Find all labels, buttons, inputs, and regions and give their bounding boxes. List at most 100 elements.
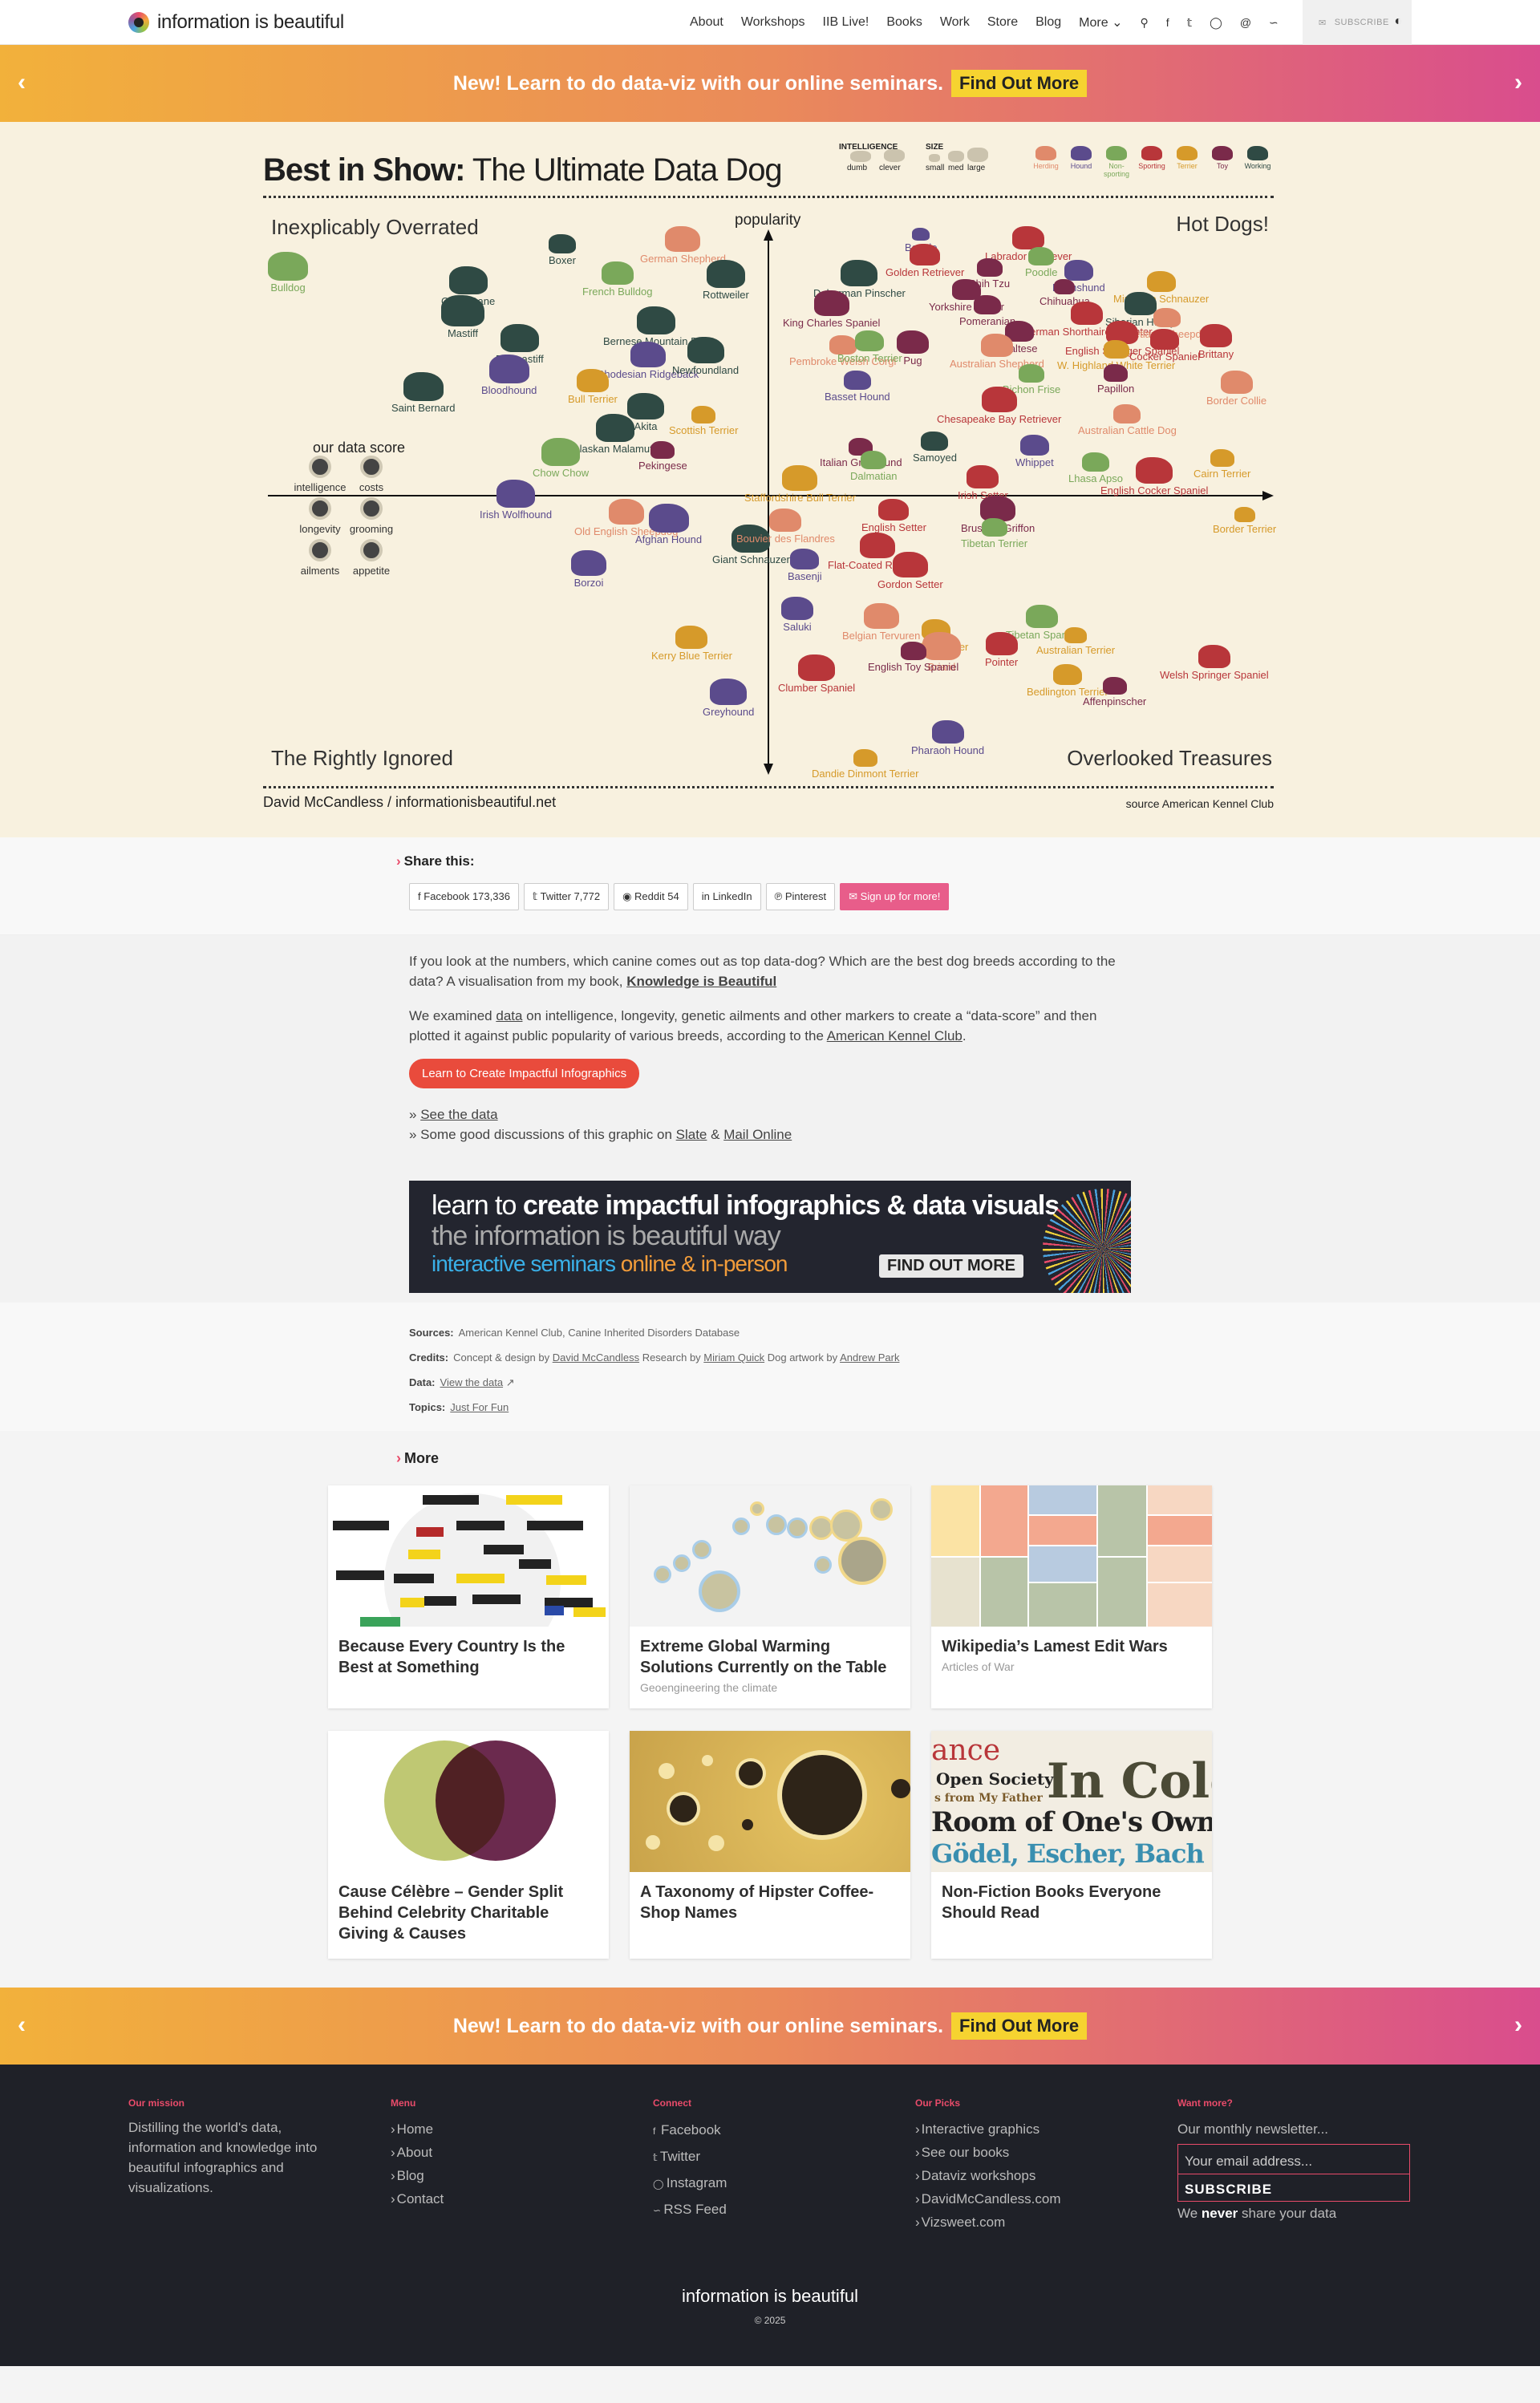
chevron-right-icon[interactable]: ›	[1514, 2012, 1522, 2039]
dog-point: Welsh Springer Spaniel	[1160, 645, 1269, 680]
dog-label: Affenpinscher	[1083, 695, 1147, 707]
dog-label: Brittany	[1198, 348, 1234, 360]
twitter-icon[interactable]: 𝕥	[1187, 16, 1193, 30]
miriam-quick-link[interactable]: Miriam Quick	[703, 1351, 764, 1364]
footer-instagram-link[interactable]: ◯ Instagram	[653, 2170, 727, 2197]
akc-link[interactable]: American Kennel Club	[827, 1028, 962, 1043]
score-longevity-label: longevity	[299, 523, 341, 535]
nav-item-books[interactable]: Books	[886, 15, 922, 30]
andrew-park-link[interactable]: Andrew Park	[840, 1351, 899, 1364]
subscribe-button[interactable]: SUBSCRIBE	[1177, 2174, 1410, 2202]
nav-item-workshops[interactable]: Workshops	[741, 15, 805, 30]
footer-pick-link[interactable]: › DavidMcCandless.com	[915, 2187, 1061, 2211]
dog-label: Dalmatian	[850, 470, 898, 482]
footer-link-about[interactable]: › About	[391, 2141, 444, 2164]
knowledge-is-beautiful-link[interactable]: Knowledge is Beautiful	[626, 974, 776, 989]
footer-link-home[interactable]: › Home	[391, 2117, 444, 2141]
related-card[interactable]: Wikipedia’s Lamest Edit Wars Articles of…	[931, 1485, 1212, 1708]
mail-online-link[interactable]: Mail Online	[723, 1127, 792, 1142]
footer-link-blog[interactable]: › Blog	[391, 2164, 444, 2187]
dog-label: Staffordshire Bull Terrier	[744, 492, 856, 504]
dog-point: Bulldog	[268, 252, 308, 293]
discussions-text: » Some good discussions of this graphic …	[409, 1127, 676, 1142]
promo-cta-button[interactable]: Find Out More	[951, 70, 1088, 97]
dog-silhouette-icon	[1028, 247, 1055, 265]
rss-icon: ∽	[653, 2205, 664, 2216]
email-field[interactable]: Your email address...	[1177, 2144, 1410, 2174]
footer-newsletter: Want more? Our monthly newsletter... You…	[1177, 2097, 1410, 2225]
learn-infographics-button[interactable]: Learn to Create Impactful Infographics	[409, 1059, 640, 1088]
flags-thumbnail	[328, 1485, 609, 1627]
footer-facebook-link[interactable]: f Facebook	[653, 2117, 727, 2144]
dog-point: Border Collie	[1206, 371, 1266, 406]
mission-text: Distilling the world's data, information…	[128, 2120, 318, 2195]
related-card[interactable]: Because Every Country Is the Best at Som…	[328, 1485, 609, 1708]
footer-logo[interactable]: information is beautiful	[0, 2286, 1540, 2307]
related-card[interactable]: ance Open Society s from My Father In Co…	[931, 1731, 1212, 1959]
just-for-fun-link[interactable]: Just For Fun	[450, 1401, 509, 1413]
chevron-left-icon[interactable]: ‹	[18, 2012, 26, 2039]
chevron-right-icon: ›	[396, 853, 401, 869]
nav-item-iib-live[interactable]: IIB Live!	[823, 15, 869, 30]
dog-silhouette-icon	[1054, 279, 1076, 294]
dog-point: Chesapeake Bay Retriever	[937, 387, 1061, 424]
footer-rss-link[interactable]: ∽ RSS Feed	[653, 2197, 727, 2223]
find-out-more-button[interactable]: FIND OUT MORE	[879, 1254, 1023, 1278]
related-card[interactable]: Cause Célèbre – Gender Split Behind Cele…	[328, 1731, 609, 1959]
dog-point: Brittany	[1198, 324, 1234, 359]
threads-icon[interactable]: @	[1240, 16, 1251, 29]
dog-point: Pointer	[985, 632, 1018, 667]
reddit-share-button[interactable]: ◉ Reddit 54	[614, 883, 688, 910]
banner-line-3: interactive seminars online & in-person	[432, 1251, 788, 1277]
dog-silhouette-icon	[549, 234, 576, 253]
nav-item-work[interactable]: Work	[940, 15, 970, 30]
dog-label: Clumber Spaniel	[778, 682, 856, 694]
chevron-right-icon[interactable]: ›	[1514, 69, 1522, 96]
dog-point: Saint Bernard	[391, 372, 456, 413]
nav-item-blog[interactable]: Blog	[1035, 15, 1061, 30]
related-card[interactable]: Extreme Global Warming Solutions Current…	[630, 1485, 910, 1708]
nav-item-store[interactable]: Store	[987, 15, 1018, 30]
dog-point: King Charles Spaniel	[783, 290, 880, 328]
card-title: Because Every Country Is the Best at Som…	[338, 1638, 565, 1676]
footer-pick-link[interactable]: › Dataviz workshops	[915, 2164, 1061, 2187]
dog-point: English Toy Spaniel	[868, 642, 958, 672]
footer-twitter-link[interactable]: 𝕥 Twitter	[653, 2144, 727, 2170]
chevron-left-icon[interactable]: ‹	[18, 69, 26, 96]
facebook-icon[interactable]: f	[1166, 16, 1169, 29]
footer-pick-link[interactable]: › See our books	[915, 2141, 1061, 2164]
footer-pick-link[interactable]: › Vizsweet.com	[915, 2211, 1061, 2234]
david-mccandless-link[interactable]: David McCandless	[553, 1351, 639, 1364]
nav-item-more[interactable]: More ⌄	[1079, 14, 1122, 30]
dog-silhouette-icon	[268, 252, 308, 281]
signup-button[interactable]: ✉ Sign up for more!	[840, 883, 950, 910]
dog-label: Greyhound	[703, 706, 755, 718]
score-grooming-label: grooming	[349, 523, 394, 535]
dog-silhouette-icon	[1220, 371, 1253, 394]
footer-pick-link[interactable]: › Interactive graphics	[915, 2117, 1061, 2141]
credits-a: Concept & design by	[453, 1351, 553, 1364]
dog-label: Bloodhound	[481, 384, 537, 396]
search-icon[interactable]: ⚲	[1140, 16, 1148, 30]
see-the-data-link[interactable]: See the data	[420, 1107, 497, 1122]
dog-silhouette-icon	[813, 290, 849, 316]
promo-cta-button[interactable]: Find Out More	[951, 2012, 1088, 2040]
twitter-share-button[interactable]: 𝕥 Twitter 7,772	[523, 883, 610, 910]
dog-label: Pharaoh Hound	[911, 744, 985, 756]
footer-link-contact[interactable]: › Contact	[391, 2187, 444, 2211]
seminar-ad-banner[interactable]: learn to create impactful infographics &…	[409, 1181, 1131, 1293]
linkedin-share-button[interactable]: in LinkedIn	[692, 883, 761, 910]
nav-item-about[interactable]: About	[690, 15, 723, 30]
data-link[interactable]: data	[496, 1008, 522, 1023]
rss-icon[interactable]: ∽	[1269, 16, 1279, 30]
dog-point: Tibetan Terrier	[961, 518, 1027, 549]
view-the-data-link[interactable]: View the data	[440, 1376, 504, 1388]
related-card[interactable]: A Taxonomy of Hipster Coffee-Shop Names	[630, 1731, 910, 1959]
dog-silhouette-icon	[782, 465, 818, 491]
facebook-share-button[interactable]: f Facebook 173,336	[409, 883, 519, 910]
instagram-icon[interactable]: ◯	[1210, 16, 1222, 30]
dark-mode-icon[interactable]: ◐	[1394, 14, 1402, 29]
slate-link[interactable]: Slate	[676, 1127, 707, 1142]
site-logo[interactable]: information is beautiful	[128, 11, 344, 34]
pinterest-share-button[interactable]: ℗ Pinterest	[765, 883, 836, 910]
